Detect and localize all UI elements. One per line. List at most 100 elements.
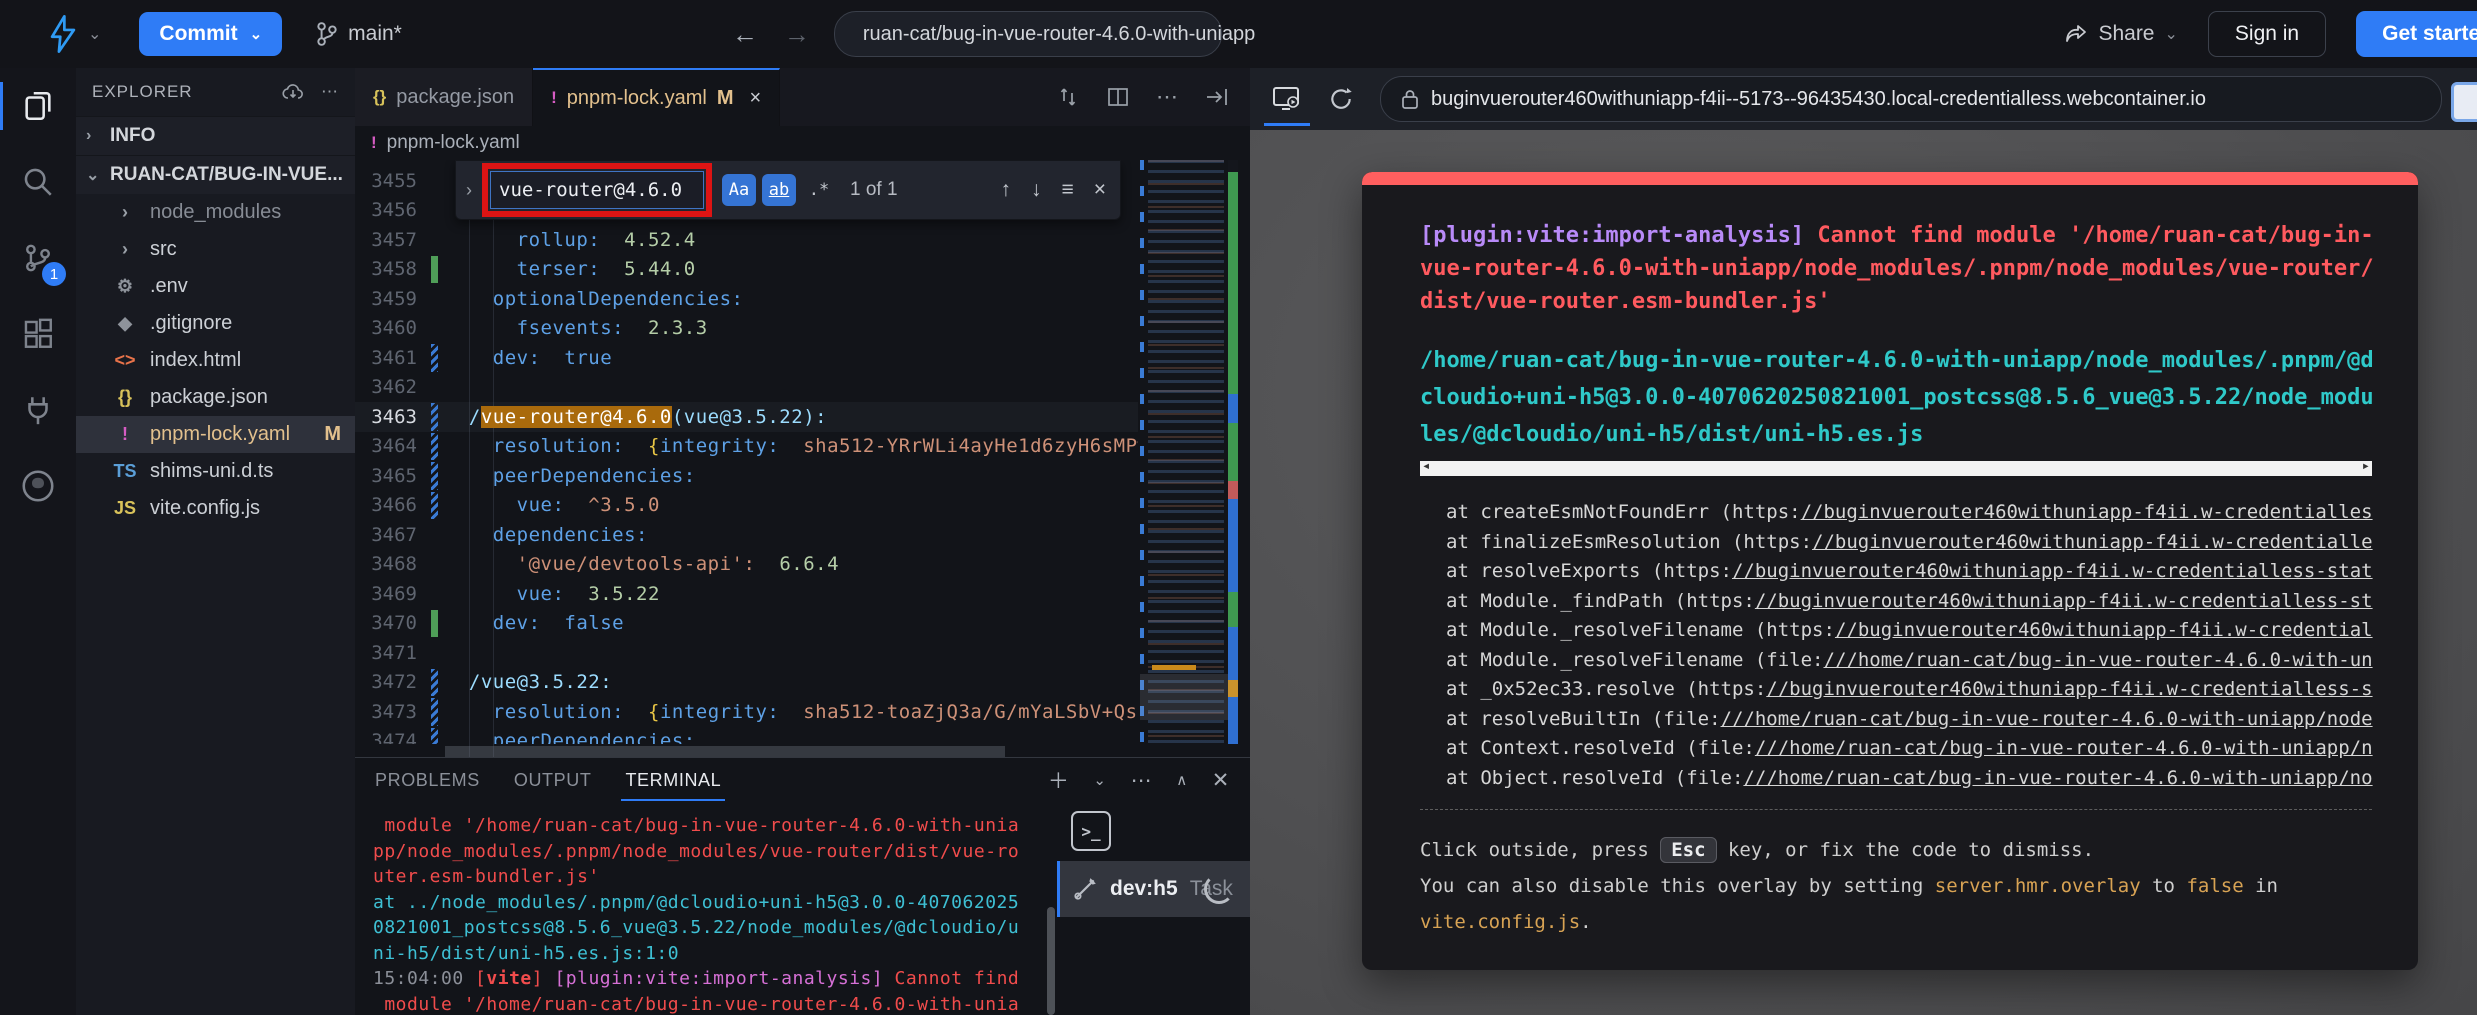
breadcrumb[interactable]: ! pnpm-lock.yaml [355,126,1250,160]
more-actions-icon[interactable]: ⋯ [1131,768,1153,793]
code-line-3457[interactable]: 3457 rollup: 4.52.4 [355,225,1138,255]
activity-explorer[interactable] [0,68,76,144]
get-started-button[interactable]: Get started [2356,11,2477,57]
file-item--env[interactable]: ⚙.env [76,268,355,305]
terminal-scrollbar[interactable] [1045,803,1057,1015]
vite-error-overlay[interactable]: [plugin:vite:import-analysis] Cannot fin… [1362,172,2418,970]
stack-link[interactable]: //buginvuerouter460withuniapp-f4ii.w-cre… [1766,678,2372,700]
previous-match-icon[interactable]: ↑ [1000,178,1011,202]
terminal-output[interactable]: module '/home/ruan-cat/bug-in-vue-router… [355,803,1045,1015]
file-item-package-json[interactable]: {}package.json [76,379,355,416]
stack-link[interactable]: ///home/ruan-cat/bug-in-vue-router-4.6.0… [1743,767,2372,789]
code-line-3472[interactable]: 3472 /vue@3.5.22: [355,668,1138,698]
tab-package-json[interactable]: {} package.json [355,68,533,126]
tab-terminal[interactable]: TERMINAL [625,770,721,791]
tab-pnpm-lock-yaml[interactable]: ! pnpm-lock.yaml M × [533,68,780,126]
commit-button[interactable]: Commit ⌄ [139,12,282,56]
branch-indicator[interactable]: main* [316,21,402,47]
close-icon[interactable]: × [750,87,762,110]
bolt-icon [46,15,80,53]
activity-source-control[interactable]: 1 [0,220,76,296]
terminal-task-dev-h5[interactable]: dev:h5 Task [1057,861,1250,917]
stack-link[interactable]: ///home/ruan-cat/bug-in-vue-router-4.6.0… [1721,708,2373,730]
error-file-path: /home/ruan-cat/bug-in-vue-router-4.6.0-w… [1420,342,2378,453]
cloud-download-icon[interactable] [281,82,305,102]
code-line-3461[interactable]: 3461 dev: true [355,343,1138,373]
more-actions-icon[interactable]: ⋯ [321,82,339,102]
minimap[interactable] [1148,160,1224,744]
section-project[interactable]: ⌄ RUAN-CAT/BUG-IN-VUE... [76,155,355,194]
stack-link[interactable]: ///home/ruan-cat/bug-in-vue-router-4.6.0… [1755,737,2373,759]
forward-arrow-icon[interactable]: → [784,19,810,50]
stack-link[interactable]: //buginvuerouter460withuniapp-f4ii.w-cre… [1835,619,2373,641]
open-external-icon[interactable] [2451,82,2477,122]
sign-in-button[interactable]: Sign in [2208,11,2326,57]
toggle-replace-chevron-icon[interactable]: › [456,180,482,201]
split-editor-icon[interactable] [1106,85,1130,109]
back-arrow-icon[interactable]: ← [732,19,758,50]
whole-word-toggle[interactable]: ab [762,174,796,206]
activity-extensions[interactable] [0,296,76,372]
titlebar-right: Share ⌄ Sign in Get started [2064,11,2477,57]
code-line-3462[interactable]: 3462 [355,373,1138,403]
open-changes-icon[interactable] [1204,85,1230,109]
file-item--gitignore[interactable]: ◆.gitignore [76,305,355,342]
code-line-3474[interactable]: 3474 peerDependencies: [355,727,1138,745]
file-item-node-modules[interactable]: ›node_modules [76,194,355,231]
file-item-index-html[interactable]: <>index.html [76,342,355,379]
tab-problems[interactable]: PROBLEMS [375,770,480,791]
code-line-3463[interactable]: 3463 /vue-router@4.6.0(vue@3.5.22): [355,402,1138,432]
url-bar[interactable]: buginvuerouter460withuniapp-f4ii--5173--… [1380,76,2442,122]
code-line-3465[interactable]: 3465 peerDependencies: [355,461,1138,491]
file-item-pnpm-lock-yaml[interactable]: !pnpm-lock.yamlM [76,416,355,453]
activity-ports[interactable] [0,372,76,448]
close-icon[interactable]: ✕ [1212,768,1230,793]
stack-link[interactable]: //buginvuerouter460withuniapp-f4ii.w-cre… [1732,560,2373,582]
terminal-icon[interactable]: >_ [1071,811,1111,851]
minimap-slider[interactable] [1140,674,1236,720]
code-editor[interactable]: 345534563457 rollup: 4.52.43458 terser: … [355,160,1250,758]
regex-toggle[interactable]: .* [802,174,836,206]
stack-frame: at _0x52ec33.resolve (https://buginvuero… [1446,675,2378,705]
maximize-panel-icon[interactable]: ∧ [1176,771,1188,789]
project-search-bar[interactable]: ruan-cat/bug-in-vue-router-4.6.0-with-un… [834,11,1222,57]
compare-changes-icon[interactable] [1056,85,1080,109]
match-case-toggle[interactable]: Aa [722,174,756,206]
braces-icon: {} [373,87,386,107]
code-line-3458[interactable]: 3458 terser: 5.44.0 [355,255,1138,285]
stack-link[interactable]: ///home/ruan-cat/bug-in-vue-router-4.6.0… [1824,649,2373,671]
section-info[interactable]: › INFO [76,116,355,155]
code-line-3459[interactable]: 3459 optionalDependencies: [355,284,1138,314]
code-line-3468[interactable]: 3468 '@vue/devtools-api': 6.6.4 [355,550,1138,580]
activity-github[interactable] [0,448,76,524]
find-input[interactable]: vue-router@4.6.0 [490,171,704,209]
chevron-down-icon[interactable]: ⌄ [1093,771,1106,789]
tab-output[interactable]: OUTPUT [514,770,592,791]
stackblitz-logo[interactable]: ⌄ [46,15,101,53]
file-item-src[interactable]: ›src [76,231,355,268]
reload-icon[interactable] [1328,86,1354,112]
overlay-horizontal-scrollbar[interactable] [1420,461,2372,476]
code-line-3467[interactable]: 3467 dependencies: [355,520,1138,550]
code-line-3471[interactable]: 3471 [355,638,1138,668]
file-item-shims-uni-d-ts[interactable]: TSshims-uni.d.ts [76,453,355,490]
share-button[interactable]: Share ⌄ [2064,22,2177,46]
close-icon[interactable]: × [1094,178,1106,202]
code-line-3460[interactable]: 3460 fsevents: 2.3.3 [355,314,1138,344]
activity-search[interactable] [0,144,76,220]
find-in-selection-icon[interactable]: ≡ [1061,178,1073,202]
stack-link[interactable]: //buginvuerouter460withuniapp-f4ii.w-cre… [1812,531,2373,553]
code-line-3470[interactable]: 3470 dev: false [355,609,1138,639]
code-line-3466[interactable]: 3466 vue: ^3.5.0 [355,491,1138,521]
new-terminal-icon[interactable]: ＋ [1048,765,1070,795]
preview-device-icon[interactable] [1272,85,1302,113]
stack-link[interactable]: //buginvuerouter460withuniapp-f4ii.w-cre… [1801,501,2373,523]
next-match-icon[interactable]: ↓ [1031,178,1042,202]
code-line-3464[interactable]: 3464 resolution: {integrity: sha512-YRrW… [355,432,1138,462]
stack-link[interactable]: //buginvuerouter460withuniapp-f4ii.w-cre… [1755,590,2373,612]
code-line-3469[interactable]: 3469 vue: 3.5.22 [355,579,1138,609]
code-line-3473[interactable]: 3473 resolution: {integrity: sha512-toaZ… [355,697,1138,727]
more-actions-icon[interactable]: ⋯ [1156,84,1178,110]
file-item-vite-config-js[interactable]: JSvite.config.js [76,490,355,527]
preview-page[interactable]: [plugin:vite:import-analysis] Cannot fin… [1250,130,2477,1015]
